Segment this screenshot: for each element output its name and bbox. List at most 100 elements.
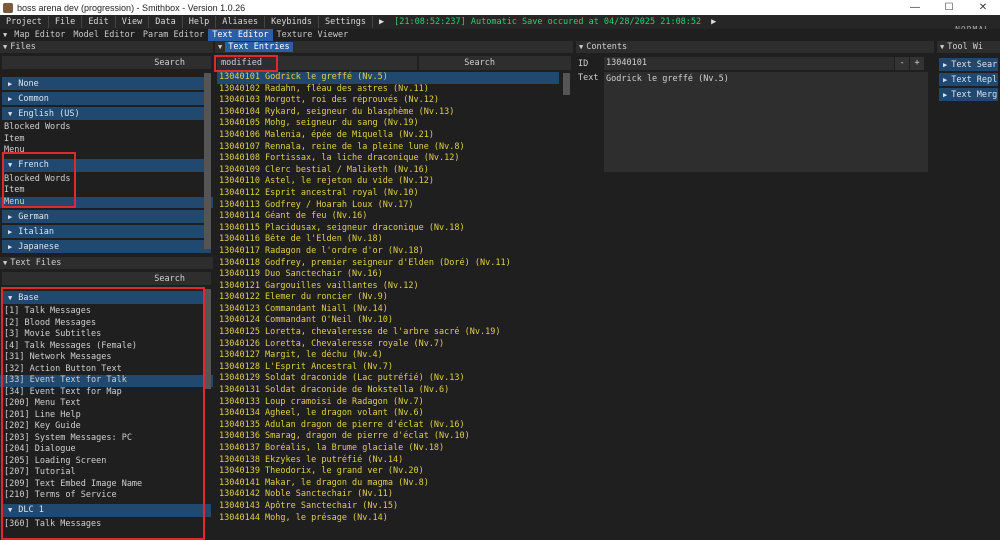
tab-map-editor[interactable]: Map Editor [10, 29, 69, 41]
text-entry-row[interactable]: 13040138 Ekzykes le putréfié (Nv.14) [217, 455, 559, 467]
text-entry-row[interactable]: 13040135 Adulan dragon de pierre d'éclat… [217, 420, 559, 432]
text-file-item[interactable]: [209] Text Embed Image Name [0, 479, 213, 491]
menu-view[interactable]: View [116, 16, 150, 28]
tool-text-replace[interactable]: ▶ Text Repl [939, 73, 998, 86]
file-item-selected[interactable]: Menu [0, 196, 213, 208]
text-entry-row[interactable]: 13040124 Commandant O'Neil (Nv.10) [217, 315, 559, 327]
tab-texture-viewer[interactable]: Texture Viewer [273, 29, 353, 41]
text-file-item[interactable]: [4] Talk Messages (Female) [0, 341, 213, 353]
file-item[interactable]: Item [0, 185, 213, 197]
menu-project[interactable]: Project [0, 16, 49, 28]
text-entry-row[interactable]: 13040133 Loup cramoisi de Radagon (Nv.7) [217, 397, 559, 409]
text-file-item[interactable]: [2] Blood Messages [0, 318, 213, 330]
text-entry-row[interactable]: 13040116 Bête de l'Elden (Nv.18) [217, 234, 559, 246]
text-entry-row[interactable]: 13040118 Godfrey, premier seigneur d'Eld… [217, 258, 559, 270]
text-entry-row[interactable]: 13040137 Boréalis, la Brume glaciale (Nv… [217, 443, 559, 455]
file-item[interactable]: Blocked Words [0, 174, 213, 186]
category-english-us[interactable]: ▼ English (US) [2, 107, 211, 120]
file-item[interactable]: Blocked Words [0, 122, 213, 134]
collapse-triangle-icon[interactable]: ▼ [3, 43, 7, 51]
text-files-search[interactable]: Search [2, 272, 211, 285]
tab-model-editor[interactable]: Model Editor [69, 29, 138, 41]
collapse-triangle-icon[interactable]: ▼ [3, 259, 7, 267]
text-file-item[interactable]: [34] Event Text for Map [0, 387, 213, 399]
text-textarea[interactable]: Godrick le greffé (Nv.5) [604, 72, 928, 172]
maximize-button[interactable]: ☐ [932, 2, 966, 13]
entries-filter-input[interactable]: modified [217, 56, 417, 70]
id-increment-button[interactable]: + [910, 57, 924, 70]
text-entry-row[interactable]: 13040122 Elemer du roncier (Nv.9) [217, 292, 559, 304]
collapse-triangle-icon[interactable]: ▼ [940, 43, 944, 51]
category-japanese[interactable]: ▶ Japanese [2, 240, 211, 253]
text-file-item[interactable]: [360] Talk Messages [0, 519, 213, 531]
collapse-triangle-icon[interactable]: ▼ [579, 43, 583, 51]
text-file-item[interactable]: [210] Terms of Service [0, 490, 213, 502]
tool-text-search[interactable]: ▶ Text Sear [939, 58, 998, 71]
text-file-item[interactable]: [205] Loading Screen [0, 456, 213, 468]
text-entry-row[interactable]: 13040131 Soldat draconide de Nokstella (… [217, 385, 559, 397]
category-french[interactable]: ▼ French [2, 158, 211, 172]
text-entry-row[interactable]: 13040103 Morgott, roi des réprouvés (Nv.… [217, 95, 559, 107]
text-entry-row[interactable]: 13040106 Malenia, épée de Miquella (Nv.2… [217, 130, 559, 142]
text-entry-row[interactable]: 13040125 Loretta, chevaleresse de l'arbr… [217, 327, 559, 339]
text-file-item[interactable]: [1] Talk Messages [0, 306, 213, 318]
text-file-item[interactable]: [202] Key Guide [0, 421, 213, 433]
text-files-scrollbar[interactable] [204, 289, 211, 389]
play-icon[interactable]: ▶ [373, 17, 390, 27]
tool-text-merge[interactable]: ▶ Text Merg [939, 88, 998, 101]
text-entry-row[interactable]: 13040117 Radagon de l'ordre d'or (Nv.18) [217, 246, 559, 258]
tab-param-editor[interactable]: Param Editor [139, 29, 208, 41]
file-item[interactable]: Menu [0, 145, 213, 157]
group-dlc-1[interactable]: ▼ DLC 1 [2, 503, 211, 517]
text-file-item[interactable]: [200] Menu Text [0, 398, 213, 410]
close-button[interactable]: ✕ [966, 2, 1000, 13]
menu-data[interactable]: Data [149, 16, 183, 28]
text-entry-row[interactable]: 13040102 Radahn, fléau des astres (Nv.11… [217, 84, 559, 96]
text-entry-row[interactable]: 13040107 Rennala, reine de la pleine lun… [217, 142, 559, 154]
text-entry-row[interactable]: 13040109 Clerc bestial / Maliketh (Nv.16… [217, 165, 559, 177]
files-scrollbar[interactable] [204, 73, 211, 249]
play-icon-secondary[interactable]: ▶ [705, 17, 722, 27]
collapse-triangle-icon[interactable]: ▼ [3, 31, 7, 39]
text-entry-row[interactable]: 13040134 Agheel, le dragon volant (Nv.6) [217, 408, 559, 420]
id-input[interactable]: 13040101 [604, 57, 894, 70]
text-entry-row[interactable]: 13040112 Esprit ancestral royal (Nv.10) [217, 188, 559, 200]
collapse-triangle-icon[interactable]: ▼ [218, 43, 222, 51]
text-entry-row[interactable]: 13040144 Mohg, le présage (Nv.14) [217, 513, 559, 525]
category-none[interactable]: ▶ None [2, 77, 211, 90]
entries-scrollbar[interactable] [563, 73, 570, 95]
text-entry-row[interactable]: 13040126 Loretta, Chevaleresse royale (N… [217, 339, 559, 351]
text-entry-row[interactable]: 13040123 Commandant Niall (Nv.14) [217, 304, 559, 316]
text-entry-row[interactable]: 13040127 Margit, le déchu (Nv.4) [217, 350, 559, 362]
category-italian[interactable]: ▶ Italian [2, 225, 211, 238]
file-item[interactable]: Item [0, 134, 213, 146]
text-file-item[interactable]: [32] Action Button Text [0, 364, 213, 376]
menu-keybinds[interactable]: Keybinds [265, 16, 320, 28]
text-entry-row[interactable]: 13040139 Theodorix, le grand ver (Nv.20) [217, 466, 559, 478]
text-entry-row[interactable]: 13040143 Apôtre Sanctechair (Nv.15) [217, 501, 559, 513]
text-file-item[interactable]: [203] System Messages: PC [0, 433, 213, 445]
text-entry-row[interactable]: 13040129 Soldat draconide (Lac putréfié)… [217, 373, 559, 385]
entries-search[interactable]: Search [419, 56, 571, 70]
text-entry-row[interactable]: 13040136 Smarag, dragon de pierre d'écla… [217, 431, 559, 443]
files-search[interactable]: Search [2, 56, 211, 69]
menu-settings[interactable]: Settings [319, 16, 373, 28]
minimize-button[interactable]: — [898, 2, 932, 13]
text-entry-row[interactable]: 13040113 Godfrey / Hoarah Loux (Nv.17) [217, 200, 559, 212]
text-entry-row[interactable]: 13040104 Rykard, seigneur du blasphème (… [217, 107, 559, 119]
text-entry-row[interactable]: 13040119 Duo Sanctechair (Nv.16) [217, 269, 559, 281]
text-entry-row[interactable]: 13040115 Placidusax, seigneur draconique… [217, 223, 559, 235]
menu-aliases[interactable]: Aliases [216, 16, 266, 28]
text-entry-row[interactable]: 13040121 Gargouilles vaillantes (Nv.12) [217, 281, 559, 293]
group-base[interactable]: ▼ Base [2, 291, 211, 304]
text-file-item[interactable]: [31] Network Messages [0, 352, 213, 364]
text-entry-row[interactable]: 13040108 Fortissax, la liche draconique … [217, 153, 559, 165]
category-german[interactable]: ▶ German [2, 210, 211, 223]
text-entry-row-selected[interactable]: 13040101 Godrick le greffé (Nv.5) [217, 72, 559, 84]
tab-text-editor[interactable]: Text Editor [208, 29, 273, 41]
text-file-item-selected[interactable]: [33] Event Text for Talk [0, 375, 213, 387]
id-decrement-button[interactable]: - [895, 57, 909, 70]
text-file-item[interactable]: [207] Tutorial [0, 467, 213, 479]
menu-edit[interactable]: Edit [82, 16, 116, 28]
text-entry-row[interactable]: 13040141 Makar, le dragon du magma (Nv.8… [217, 478, 559, 490]
